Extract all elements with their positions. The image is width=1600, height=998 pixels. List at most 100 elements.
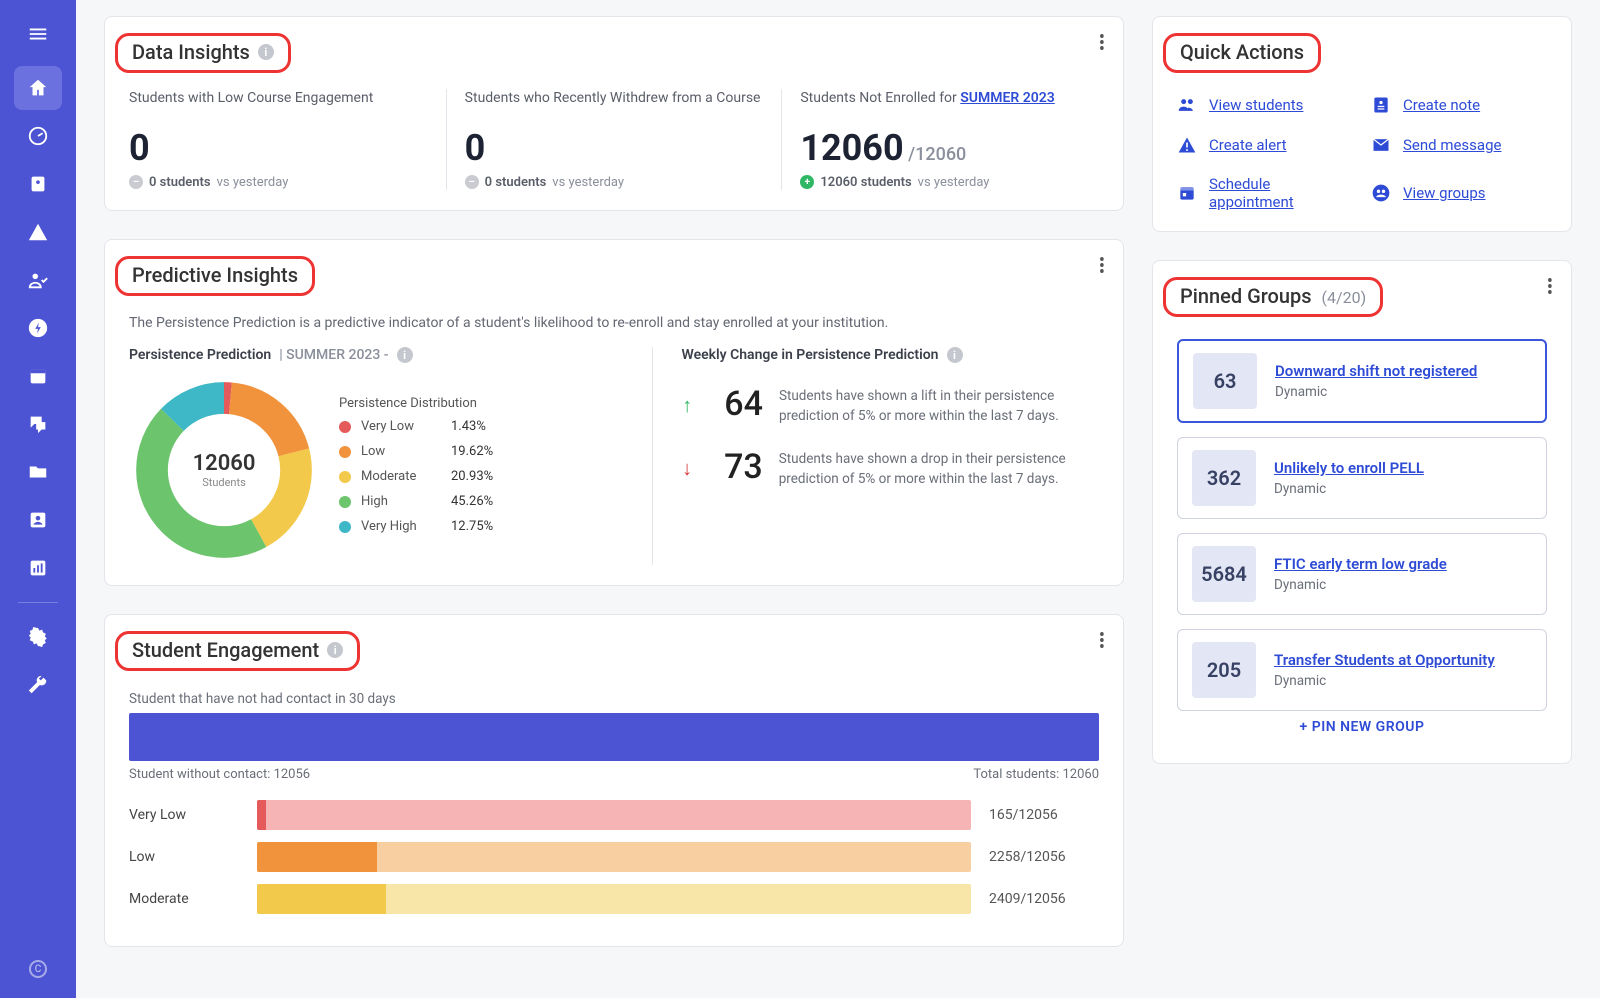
nav-chat[interactable] [14,402,62,446]
pinned-group-item[interactable]: 5684 FTIC early term low grade Dynamic [1177,533,1547,615]
quick-action-link[interactable]: Send message [1371,135,1547,155]
insight-delta: +12060 students vs yesterday [800,175,1099,190]
quick-actions-title: Quick Actions [1180,40,1304,64]
insight-value: 0 [129,129,428,169]
quick-action-link[interactable]: Create note [1371,95,1547,115]
nav-tools[interactable] [14,663,62,707]
pinned-group-title[interactable]: FTIC early term low grade [1274,555,1447,573]
engagement-row-name: Low [129,849,239,865]
weekly-down-number: 73 [709,450,763,484]
pinned-group-item[interactable]: 63 Downward shift not registered Dynamic [1177,339,1547,423]
data-insights-card: ••• Data Insights i Students with Low Co… [104,16,1124,211]
pinned-group-title[interactable]: Unlikely to enroll PELL [1274,459,1424,477]
persistence-heading: Persistence Prediction [129,347,271,363]
card-menu-button[interactable]: ••• [1099,35,1105,53]
card-menu-button[interactable]: ••• [1547,279,1553,297]
legend-dot [339,496,351,508]
pinned-group-count: 63 [1193,353,1257,409]
bolt-icon [27,317,49,339]
weekly-up-number: 64 [709,387,763,421]
legend-row: High 45.26% [339,494,493,509]
title-highlight: Student Engagement i [115,631,360,671]
nav-contacts[interactable] [14,498,62,542]
weekly-change-title: Weekly Change in Persistence Prediction [681,347,938,363]
nav-reports[interactable] [14,546,62,590]
card-menu-button[interactable]: ••• [1099,258,1105,276]
nav-alerts[interactable] [14,210,62,254]
legend-name: High [361,494,441,509]
pinned-group-count: 5684 [1192,546,1256,602]
quick-action-link[interactable]: Create alert [1177,135,1353,155]
cal-icon [1177,183,1197,203]
nav-files[interactable] [14,450,62,494]
student-engagement-card: ••• Student Engagement i Student that ha… [104,614,1124,947]
chart-icon [27,557,49,579]
pinned-groups-count: (4/20) [1322,288,1367,307]
students-icon [27,173,49,195]
nav-activity[interactable] [14,306,62,350]
card-menu-button[interactable]: ••• [1099,633,1105,651]
calendar-icon [27,365,49,387]
quick-action-label: View groups [1403,184,1486,202]
nav-approve[interactable] [14,258,62,302]
donut-total: 12060 [193,451,256,476]
nav-calendar[interactable] [14,354,62,398]
legend-pct: 20.93% [451,469,493,484]
info-icon[interactable]: i [327,642,343,658]
quick-action-link[interactable]: Schedule appointment [1177,175,1353,211]
delta-icon: + [800,175,814,189]
legend-row: Moderate 20.93% [339,469,493,484]
quick-actions-card: Quick Actions View students Create note Cr… [1152,16,1572,232]
quick-action-link[interactable]: View groups [1371,175,1547,211]
term-link[interactable]: SUMMER 2023 [960,90,1055,106]
legend-pct: 1.43% [451,419,486,434]
engagement-row-count: 2409/12056 [989,891,1099,907]
alerts-icon [27,221,49,243]
legend-dot [339,421,351,433]
donut-label: Students [202,476,246,489]
nav-dashboard[interactable] [14,114,62,158]
pinned-group-type: Dynamic [1274,577,1447,593]
quick-action-label: View students [1209,96,1303,114]
nav-settings[interactable] [14,615,62,659]
quick-action-link[interactable]: View students [1177,95,1353,115]
pinned-group-count: 205 [1192,642,1256,698]
insight-label: Students who Recently Withdrew from a Co… [465,89,764,127]
title-highlight: Data Insights i [115,33,291,73]
persistence-term: | SUMMER 2023 - [279,347,388,363]
nav-students[interactable] [14,162,62,206]
mail-icon [1371,135,1391,155]
weekly-up-text: Students have shown a lift in their pers… [779,387,1099,426]
weekly-down-text: Students have shown a drop in their pers… [779,450,1099,489]
quick-action-label: Create alert [1209,136,1287,154]
insight-value: 12060 /12060 [800,129,1099,169]
engagement-caption-left: Student without contact: 12056 [129,767,310,782]
weekly-change-down: ↓ 73 Students have shown a drop in their… [681,450,1099,489]
help-badge[interactable]: C [29,960,47,978]
legend-pct: 45.26% [451,494,493,509]
legend-title: Persistence Distribution [339,396,493,411]
pin-new-group-button[interactable]: + PIN NEW GROUP [1177,711,1547,743]
folder-icon [27,461,49,483]
nav-home[interactable] [14,66,62,110]
legend-row: Very High 12.75% [339,519,493,534]
legend-pct: 19.62% [451,444,493,459]
legend-name: Low [361,444,441,459]
pinned-group-item[interactable]: 205 Transfer Students at Opportunity Dyn… [1177,629,1547,711]
insight-value: 0 [465,129,764,169]
weekly-change-up: ↑ 64 Students have shown a lift in their… [681,387,1099,426]
arrow-up-icon: ↑ [681,393,692,418]
pinned-group-title[interactable]: Downward shift not registered [1275,362,1477,380]
info-icon[interactable]: i [947,347,963,363]
note-icon [1371,95,1391,115]
dashboard-icon [27,125,49,147]
data-insights-title: Data Insights [132,40,250,64]
pinned-group-title[interactable]: Transfer Students at Opportunity [1274,651,1495,669]
info-icon[interactable]: i [397,347,413,363]
menu-button[interactable] [14,12,62,56]
predictive-insights-card: ••• Predictive Insights The Persistence … [104,239,1124,587]
insight-label: Students with Low Course Engagement [129,89,428,127]
insight-label: Students Not Enrolled for SUMMER 2023 [800,89,1099,127]
pinned-group-item[interactable]: 362 Unlikely to enroll PELL Dynamic [1177,437,1547,519]
info-icon[interactable]: i [258,44,274,60]
